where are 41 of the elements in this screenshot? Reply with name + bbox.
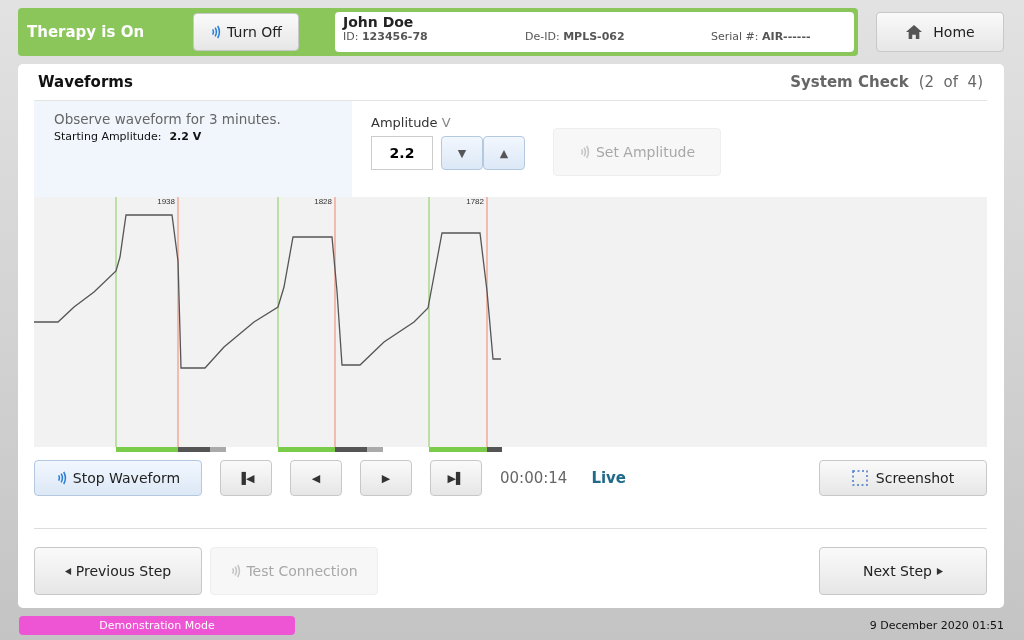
amplitude-label: Amplitude [371, 115, 438, 130]
previous-step-button[interactable]: Previous Step [34, 547, 202, 595]
last-frame-button[interactable]: ▶▌ [430, 460, 482, 496]
patient-name: John Doe [343, 14, 415, 30]
right-triangle-icon [935, 567, 943, 575]
step-count: (2 of 4) [918, 73, 983, 91]
pulse-value: 1782 [466, 197, 484, 206]
first-frame-button[interactable]: ▐◀ [220, 460, 272, 496]
pulse-value: 1828 [314, 197, 332, 206]
live-indicator: Live [591, 469, 627, 487]
date-time: 9 December 2020 01:51 [869, 618, 1004, 632]
panel-title: Waveforms [38, 73, 133, 91]
home-button[interactable]: Home [876, 12, 1004, 52]
elapsed-time: 00:00:14 [500, 469, 568, 487]
signal-icon [578, 144, 591, 160]
decrease-button[interactable]: ▼ [441, 136, 483, 170]
step-title: System Check [790, 73, 909, 91]
patient-id: ID: 123456-78 [343, 30, 429, 43]
demonstration-mode-badge: Demonstration Mode [19, 615, 295, 635]
amplitude-field[interactable]: 2.2 [371, 136, 433, 170]
left-triangle-icon [64, 567, 72, 575]
next-step-button[interactable]: Next Step [819, 547, 987, 595]
instruction-text: Observe waveform for 3 minutes. [54, 111, 282, 127]
serial-number: Serial #: AIR------ [711, 30, 811, 43]
starting-amplitude-value: 2.2 V [169, 130, 202, 143]
house-icon [905, 24, 924, 40]
starting-amplitude-label: Starting Amplitude: [54, 130, 162, 143]
patient-deid: De-ID: MPLS-062 [525, 30, 626, 43]
turn-off-button[interactable]: Turn Off [193, 13, 299, 51]
screenshot-button[interactable]: Screenshot [819, 460, 987, 496]
signal-icon [55, 470, 68, 486]
pulse-value: 1938 [157, 197, 175, 206]
therapy-status: Therapy is On [27, 23, 146, 41]
signal-icon [210, 24, 223, 40]
signal-icon [230, 563, 243, 579]
next-frame-button[interactable]: ▶ [360, 460, 412, 496]
previous-frame-button[interactable]: ◀ [290, 460, 342, 496]
selection-icon [851, 470, 868, 486]
stop-waveform-button[interactable]: Stop Waveform [34, 460, 202, 496]
amplitude-unit: V [441, 115, 451, 130]
increase-button[interactable]: ▲ [483, 136, 525, 170]
